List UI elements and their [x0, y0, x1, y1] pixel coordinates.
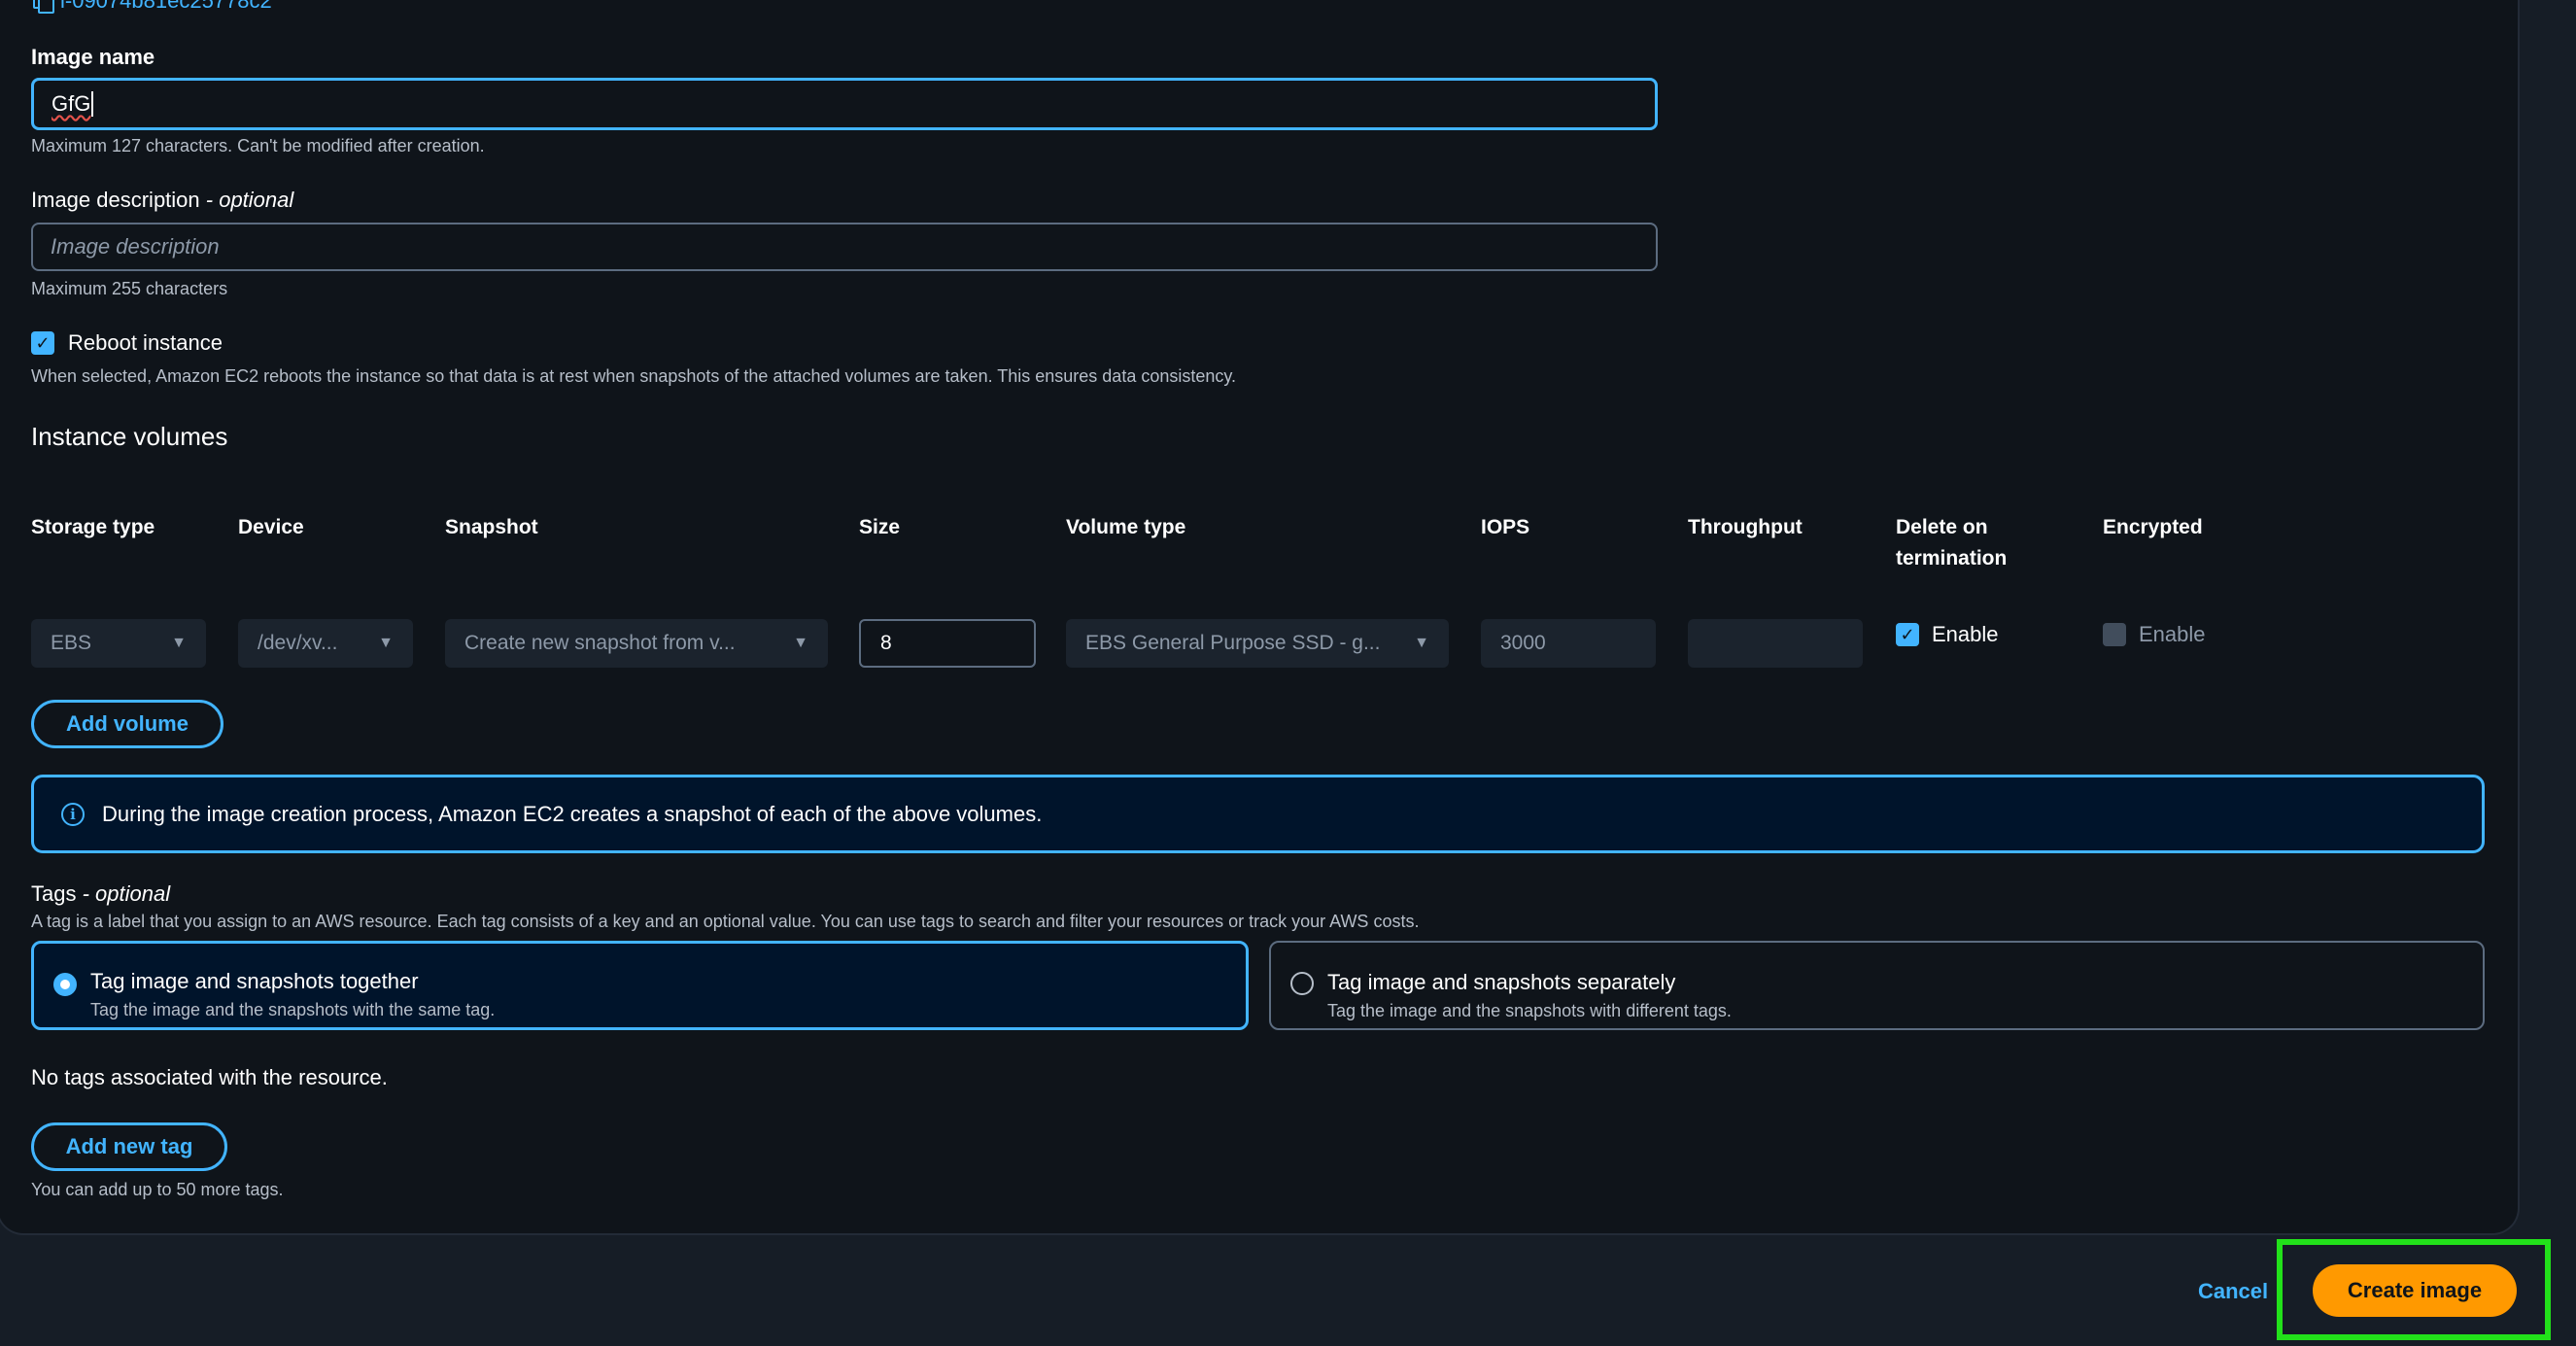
image-name-label: Image name [31, 45, 155, 69]
instance-id-text: i-09074b81ec25778c2 [60, 0, 272, 13]
iops-value: 3000 [1500, 632, 1546, 654]
info-icon: i [61, 802, 85, 826]
tag-together-option[interactable]: Tag image and snapshots together Tag the… [31, 941, 1249, 1030]
instance-volumes-heading: Instance volumes [31, 422, 228, 451]
create-image-page: i-09074b81ec25778c2 Image name GfG Maxim… [0, 0, 2576, 1346]
col-iops: IOPS [1481, 516, 1530, 538]
radio-selected-icon[interactable] [53, 973, 77, 996]
tags-limit-hint: You can add up to 50 more tags. [31, 1180, 284, 1199]
image-name-input[interactable]: GfG [31, 78, 1658, 130]
volume-type-value: EBS General Purpose SSD - g... [1085, 632, 1381, 654]
image-description-label-text: Image description [31, 188, 200, 212]
reboot-instance-checkbox[interactable]: ✓ [31, 331, 54, 355]
tag-together-desc: Tag the image and the snapshots with the… [90, 1000, 496, 1019]
size-input[interactable]: 8 [859, 619, 1036, 668]
storage-type-value: EBS [51, 632, 92, 654]
optional-tag: - optional [76, 881, 171, 906]
device-select: /dev/xv... ▼ [238, 619, 413, 668]
info-alert-text: During the image creation process, Amazo… [102, 801, 1043, 826]
tag-separately-desc: Tag the image and the snapshots with dif… [1327, 1001, 1732, 1020]
col-snapshot: Snapshot [445, 516, 538, 538]
form-panel [0, 0, 2520, 1235]
chevron-down-icon: ▼ [171, 635, 187, 651]
delete-on-termination-label: Enable [1932, 622, 1999, 646]
add-new-tag-button[interactable]: Add new tag [31, 1122, 227, 1171]
iops-input: 3000 [1481, 619, 1656, 668]
chevron-down-icon: ▼ [793, 635, 808, 651]
col-encrypted: Encrypted [2103, 516, 2203, 538]
chevron-down-icon: ▼ [378, 635, 394, 651]
col-size: Size [859, 516, 901, 538]
optional-tag: - optional [199, 188, 294, 212]
size-value: 8 [880, 632, 892, 654]
instance-id-link[interactable]: i-09074b81ec25778c2 [33, 0, 272, 14]
tags-label-text: Tags [31, 881, 77, 906]
col-device: Device [238, 516, 304, 538]
storage-type-select: EBS ▼ [31, 619, 206, 668]
volume-type-select: EBS General Purpose SSD - g... ▼ [1066, 619, 1449, 668]
snapshot-select: Create new snapshot from v... ▼ [445, 619, 828, 668]
tags-hint: A tag is a label that you assign to an A… [31, 912, 1420, 931]
text-cursor [91, 91, 94, 117]
copy-icon[interactable] [33, 0, 54, 14]
tag-separately-option[interactable]: Tag image and snapshots separately Tag t… [1269, 941, 2485, 1030]
encrypted-checkbox: ✓ [2103, 623, 2126, 646]
info-alert: i During the image creation process, Ama… [31, 775, 2485, 853]
reboot-instance-hint: When selected, Amazon EC2 reboots the in… [31, 366, 1237, 386]
chevron-down-icon: ▼ [1414, 635, 1429, 651]
col-delete-on-termination: Delete on termination [1896, 516, 2008, 569]
image-description-label: Image description - optional [31, 188, 293, 213]
image-description-placeholder: Image description [51, 234, 220, 259]
image-name-value: GfG [52, 91, 91, 116]
delete-on-termination-checkbox[interactable]: ✓ [1896, 623, 1919, 646]
encrypted-label: Enable [2139, 622, 2206, 646]
image-description-input[interactable]: Image description [31, 223, 1658, 271]
throughput-input [1688, 619, 1863, 668]
snapshot-value: Create new snapshot from v... [464, 632, 736, 654]
image-description-hint: Maximum 255 characters [31, 279, 228, 298]
cancel-button[interactable]: Cancel [2198, 1279, 2268, 1304]
create-image-button[interactable]: Create image [2313, 1264, 2517, 1317]
col-storage-type: Storage type [31, 516, 155, 538]
tags-label: Tags - optional [31, 881, 170, 907]
col-volume-type: Volume type [1066, 516, 1186, 538]
add-volume-button[interactable]: Add volume [31, 700, 223, 748]
radio-unselected-icon[interactable] [1290, 972, 1314, 995]
tag-separately-title: Tag image and snapshots separately [1327, 970, 1676, 994]
tag-together-title: Tag image and snapshots together [90, 969, 419, 993]
col-throughput: Throughput [1688, 516, 1803, 538]
device-value: /dev/xv... [258, 632, 338, 654]
reboot-instance-label: Reboot instance [68, 330, 223, 355]
no-tags-text: No tags associated with the resource. [31, 1065, 388, 1089]
image-name-hint: Maximum 127 characters. Can't be modifie… [31, 136, 485, 155]
